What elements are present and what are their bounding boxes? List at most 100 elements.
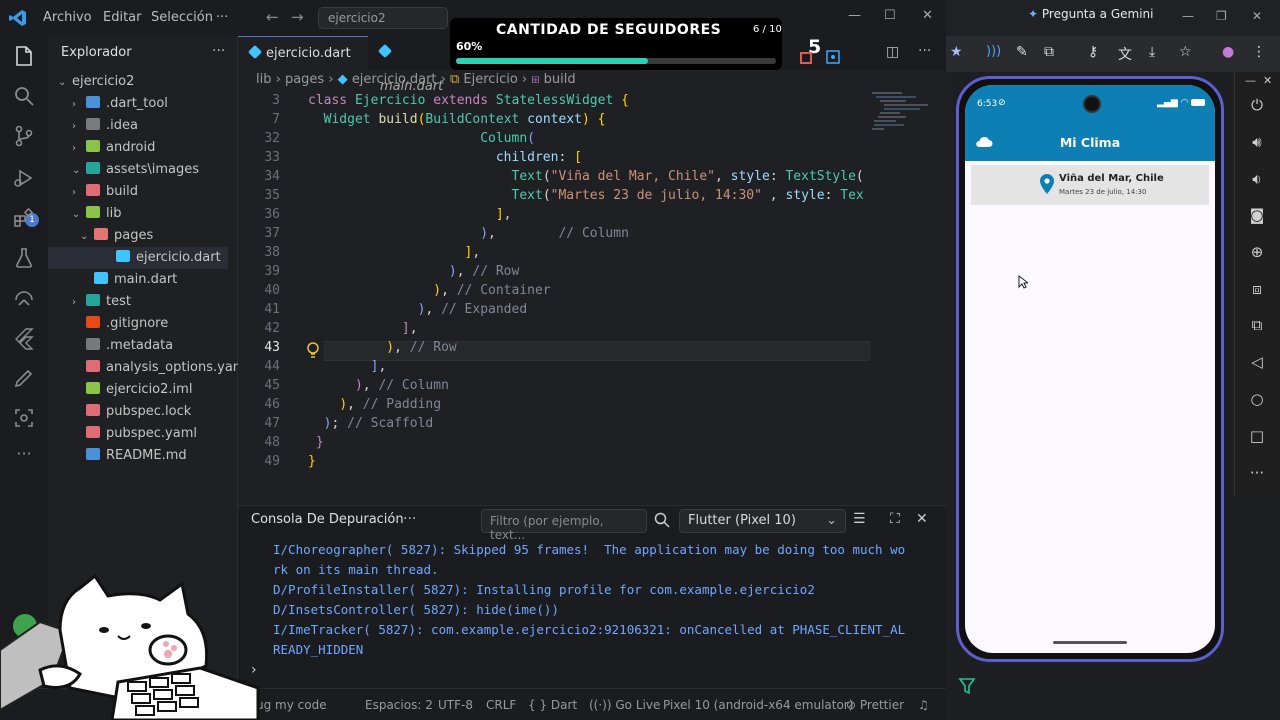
menu-editar[interactable]: Editar [103,10,142,25]
status-go-live[interactable]: ((·)) Go Live [589,698,660,712]
screen-capture-icon[interactable] [12,406,36,430]
gemini-button[interactable]: ✦ Pregunta a Gemini [1028,7,1153,27]
filter-funnel-icon[interactable] [958,676,976,696]
edit-icon[interactable] [12,366,36,390]
breadcrumb-file[interactable]: ejercicio.dart [352,72,437,87]
explorer-item[interactable]: ⌄ lib [72,203,121,225]
status-debug[interactable]: ug my code [256,698,327,712]
maximize-icon[interactable]: ☐ [884,8,896,23]
code-editor[interactable]: 3 class Ejercicio extends StatelessWidget… [238,90,946,495]
minimize-icon[interactable]: — [1182,9,1194,23]
explorer-item[interactable]: main.dart [80,269,177,291]
explorer-item[interactable]: .gitignore [72,313,168,335]
testing-icon[interactable] [12,246,36,270]
explorer-item[interactable]: › .idea [72,115,138,137]
zoom-icon[interactable]: ⊕ [1246,243,1268,265]
explorer-item[interactable]: › build [72,181,138,203]
status-language[interactable]: { } Dart [528,698,577,712]
bookmark-star-icon[interactable]: ★ [950,44,963,60]
home-circle-icon[interactable]: ○ [1246,390,1268,412]
eyedropper-icon[interactable]: ✎ [1016,44,1028,60]
minimap[interactable] [870,90,930,150]
focus-icon[interactable] [826,50,840,64]
explorer-more-icon[interactable]: ··· [212,43,225,59]
command-search-input[interactable]: ejercicio2 [318,7,448,29]
camera-icon[interactable]: ◙ [1246,206,1268,228]
status-prettier[interactable]: ⊘ Prettier [846,698,904,712]
breadcrumb-class[interactable]: Ejercicio [463,72,517,87]
translate-icon[interactable]: 文 [1118,44,1132,64]
fold-icon[interactable]: ⧈ [1246,280,1268,302]
explorer-item[interactable]: analysis_options.yaml [72,357,249,379]
breadcrumb-pages[interactable]: pages [285,72,324,87]
flutter-icon[interactable] [12,326,36,350]
explorer-item[interactable]: › test [72,291,131,313]
run-debug-icon[interactable] [12,166,36,190]
explorer-item[interactable]: ⌄ pages [80,225,153,247]
explorer-item[interactable]: › android [72,137,155,159]
volume-down-icon[interactable]: 🔉︎ [1246,170,1268,192]
search-icon[interactable] [12,84,36,108]
more-icon[interactable]: ··· [1246,464,1268,486]
emulator-close-icon[interactable]: ✕ [1263,74,1272,87]
clear-console-icon[interactable]: ☰ [853,511,866,527]
breadcrumb-lib[interactable]: lib [256,72,271,87]
explorer-item[interactable]: pubspec.lock [72,401,191,423]
tab-main-dart[interactable]: main.dart [368,36,448,94]
favorite-icon[interactable]: ☆ [1179,44,1192,60]
project-folder[interactable]: ⌄ ejercicio2 [58,71,134,93]
tab-ejercicio-dart[interactable]: ejercicio.dart [238,36,368,70]
emulator-minimize-icon[interactable]: — [1245,74,1256,87]
puzzle-icon[interactable]: ⧉ [1044,44,1054,60]
maximize-panel-icon[interactable]: ⛶ [890,511,900,527]
menu-seleccion[interactable]: Selección [151,10,213,25]
volume-up-icon[interactable]: 🔊︎ [1246,133,1268,155]
status-eol[interactable]: CRLF [486,698,516,712]
restore-icon[interactable]: ❐ [1216,9,1227,23]
explorer-item[interactable]: .metadata [72,335,173,357]
explorer-item[interactable]: README.md [72,445,187,467]
explorer-item[interactable]: ejercicio.dart [48,247,228,269]
search-icon[interactable] [654,512,670,528]
key-icon[interactable]: ⚷ [1088,44,1098,60]
explorer-icon[interactable] [12,44,36,68]
unfold-icon[interactable]: ⧉ [1246,316,1268,338]
forward-icon[interactable]: → [291,8,304,26]
extension-wave-icon[interactable]: ))) [986,44,1001,59]
explorer-item[interactable]: › .dart_tool [72,93,168,115]
status-spaces[interactable]: Espacios: 2 [365,698,433,712]
browser-menu-icon[interactable]: ⋮ [1252,44,1266,60]
source-control-icon[interactable] [12,124,36,148]
home-indicator[interactable] [1053,641,1127,644]
phone-screen[interactable]: 6:53 ⊘ ▂▄▆ ◠ Mi Clima Viña del Mar, Chil… [965,85,1215,653]
explorer-item[interactable]: ⌄ assets\images [72,159,199,181]
notifications-bell-icon[interactable]: ♫ [918,698,929,712]
split-editor-icon[interactable]: ◫ [886,44,899,60]
power-icon[interactable]: ⏻ [1246,96,1268,118]
status-device[interactable]: Pixel 10 (android-x64 emulator) [663,698,853,712]
breadcrumb-method[interactable]: build [544,72,576,87]
remote-explorer-icon[interactable] [12,286,36,310]
more-icon[interactable]: ··· [12,444,36,468]
debug-session-select[interactable]: Flutter (Pixel 10) ⌄ [679,509,846,533]
extensions-icon[interactable] [12,206,36,230]
explorer-item[interactable]: ejercicio2.iml [72,379,192,401]
menu-archivo[interactable]: Archivo [43,10,92,25]
panel-title[interactable]: Consola De Depuración [251,512,404,527]
explorer-item[interactable]: pubspec.yaml [72,423,197,445]
close-window-icon[interactable]: ✕ [922,8,933,23]
overview-square-icon[interactable]: □ [1246,427,1268,449]
tabs-more-icon[interactable]: ··· [918,43,931,59]
profile-icon[interactable]: ● [1222,44,1234,60]
minimize-icon[interactable]: — [848,8,861,23]
close-window-icon[interactable]: ✕ [1252,9,1262,23]
location-card[interactable]: Viña del Mar, Chile Martes 23 de julio, … [971,165,1209,205]
console-filter-input[interactable]: Filtro (por ejemplo, text... [481,509,647,542]
close-panel-icon[interactable]: ✕ [916,511,928,527]
download-icon[interactable]: ⤓ [1149,44,1155,60]
back-icon[interactable]: ← [266,8,279,26]
back-triangle-icon[interactable]: ◁ [1246,353,1268,375]
more-menu-icon[interactable]: ··· [216,10,228,25]
status-encoding[interactable]: UTF-8 [438,698,473,712]
panel-more-icon[interactable]: ··· [403,511,416,527]
